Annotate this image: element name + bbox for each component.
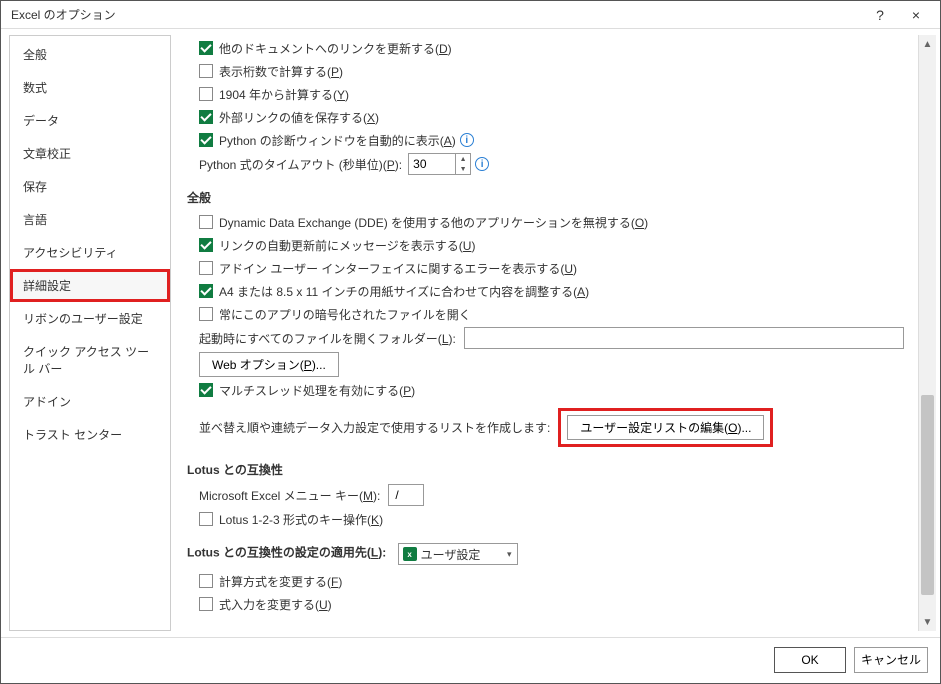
label-precision-as-displayed: 表示桁数で計算する(P) (219, 63, 343, 80)
checkbox-ignore-dde[interactable] (199, 215, 213, 229)
checkbox-1904-date[interactable] (199, 87, 213, 101)
checkbox-transition-eval[interactable] (199, 574, 213, 588)
sidebar-item-customize-ribbon[interactable]: リボンのユーザー設定 (10, 302, 170, 335)
startup-folder-label: 起動時にすべてのファイルを開くフォルダー(L): (199, 330, 456, 347)
label-update-links: 他のドキュメントへのリンクを更新する(D) (219, 40, 452, 57)
checkbox-addin-ui-errors[interactable] (199, 261, 213, 275)
web-options-button[interactable]: Web オプション(P)... (199, 352, 339, 377)
sidebar-item-language[interactable]: 言語 (10, 203, 170, 236)
sidebar-item-quick-access[interactable]: クイック アクセス ツール バー (10, 335, 170, 385)
label-1904-date: 1904 年から計算する(Y) (219, 86, 349, 103)
label-transition-eval: 計算方式を変更する(F) (219, 573, 342, 590)
label-transition-entry: 式入力を変更する(U) (219, 596, 332, 613)
chevron-down-icon: ▾ (504, 549, 515, 560)
info-icon[interactable]: i (460, 133, 474, 147)
checkbox-lotus-keys[interactable] (199, 512, 213, 526)
close-button[interactable]: × (898, 1, 934, 29)
label-lotus-keys: Lotus 1-2-3 形式のキー操作(K) (219, 511, 383, 528)
section-general: 全般 (187, 189, 910, 206)
spinner-down-icon[interactable]: ▼ (456, 164, 470, 174)
info-icon[interactable]: i (475, 157, 489, 171)
python-timeout-input[interactable] (409, 155, 455, 173)
vertical-scrollbar[interactable]: ▲ ▼ (918, 35, 936, 631)
checkbox-scale-a4-letter[interactable] (199, 284, 213, 298)
section-lotus: Lotus との互換性 (187, 461, 910, 478)
sidebar-item-data[interactable]: データ (10, 104, 170, 137)
checkbox-save-external-links[interactable] (199, 110, 213, 124)
spinner-up-icon[interactable]: ▲ (456, 154, 470, 164)
sidebar-item-advanced[interactable]: 詳細設定 (10, 269, 170, 302)
section-lotus-apply: Lotus との互換性の設定の適用先(L): xユーザ設定 ▾ (187, 543, 910, 565)
checkbox-always-open-encrypted[interactable] (199, 307, 213, 321)
options-content: 他のドキュメントへのリンクを更新する(D) 表示桁数で計算する(P) 1904 … (175, 35, 918, 631)
category-sidebar: 全般 数式 データ 文章校正 保存 言語 アクセシビリティ 詳細設定 リボンのユ… (9, 35, 171, 631)
label-save-external-links: 外部リンクの値を保存する(X) (219, 109, 379, 126)
sidebar-item-general[interactable]: 全般 (10, 38, 170, 71)
scroll-thumb[interactable] (921, 395, 934, 595)
help-button[interactable]: ? (862, 1, 898, 29)
label-multithread: マルチスレッド処理を有効にする(P) (219, 382, 415, 399)
sidebar-item-formulas[interactable]: 数式 (10, 71, 170, 104)
scroll-up-icon[interactable]: ▲ (919, 35, 936, 53)
checkbox-ask-update-links[interactable] (199, 238, 213, 252)
menu-key-input[interactable] (388, 484, 424, 506)
label-always-open-encrypted: 常にこのアプリの暗号化されたファイルを開く (219, 306, 471, 323)
label-addin-ui-errors: アドイン ユーザー インターフェイスに関するエラーを表示する(U) (219, 260, 577, 277)
sidebar-item-accessibility[interactable]: アクセシビリティ (10, 236, 170, 269)
ok-button[interactable]: OK (774, 647, 846, 673)
sidebar-item-save[interactable]: 保存 (10, 170, 170, 203)
lotus-apply-select[interactable]: xユーザ設定 ▾ (398, 543, 518, 565)
sidebar-item-proofing[interactable]: 文章校正 (10, 137, 170, 170)
scroll-down-icon[interactable]: ▼ (919, 613, 936, 631)
checkbox-precision-as-displayed[interactable] (199, 64, 213, 78)
python-timeout-label: Python 式のタイムアウト (秒単位)(P): (199, 156, 402, 173)
menu-key-label: Microsoft Excel メニュー キー(M): (199, 487, 380, 504)
checkbox-update-links[interactable] (199, 41, 213, 55)
window-title: Excel のオプション (11, 6, 862, 23)
label-ignore-dde: Dynamic Data Exchange (DDE) を使用する他のアプリケー… (219, 214, 648, 231)
checkbox-transition-entry[interactable] (199, 597, 213, 611)
label-python-diag: Python の診断ウィンドウを自動的に表示(A) (219, 132, 456, 149)
edit-custom-lists-button[interactable]: ユーザー設定リストの編集(O)... (567, 415, 764, 440)
startup-folder-input[interactable] (464, 327, 904, 349)
excel-sheet-icon: x (403, 547, 417, 561)
python-timeout-spinner[interactable]: ▲▼ (408, 153, 471, 175)
custom-list-label: 並べ替え順や連続データ入力設定で使用するリストを作成します: (199, 419, 550, 436)
checkbox-python-diag[interactable] (199, 133, 213, 147)
sidebar-item-trust-center[interactable]: トラスト センター (10, 418, 170, 451)
checkbox-multithread[interactable] (199, 383, 213, 397)
sidebar-item-addins[interactable]: アドイン (10, 385, 170, 418)
label-scale-a4-letter: A4 または 8.5 x 11 インチの用紙サイズに合わせて内容を調整する(A) (219, 283, 589, 300)
label-ask-update-links: リンクの自動更新前にメッセージを表示する(U) (219, 237, 475, 254)
cancel-button[interactable]: キャンセル (854, 647, 928, 673)
